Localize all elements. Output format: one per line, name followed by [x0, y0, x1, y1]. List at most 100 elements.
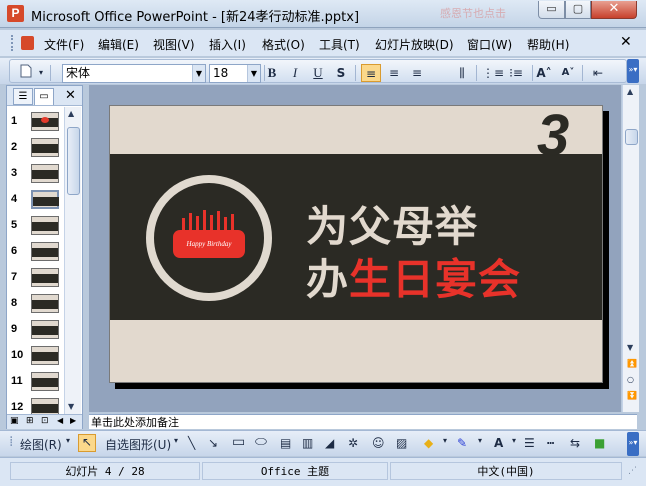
menu-insert[interactable]: 插入(I) — [209, 36, 246, 53]
select-object-icon[interactable]: ○ — [627, 375, 634, 384]
menu-window[interactable]: 窗口(W) — [467, 36, 512, 53]
italic-button[interactable]: I — [285, 64, 305, 82]
select-pointer-icon[interactable]: ↖ — [78, 434, 96, 452]
slide-thumbnail[interactable]: 6 — [7, 239, 65, 265]
fill-color-dropdown-icon[interactable]: ▾ — [443, 436, 447, 445]
menu-edit[interactable]: 编辑(E) — [98, 36, 139, 53]
line-color-icon[interactable]: ✎ — [457, 436, 467, 450]
scroll-down-arrow-icon[interactable]: ▼ — [68, 402, 74, 411]
normal-view-button[interactable]: ▣ — [10, 416, 19, 426]
draw-menu-dropdown-icon[interactable]: ▾ — [66, 436, 70, 445]
slide-vertical-scrollbar[interactable]: ▲ ▼ ⏫ ○ ⏬ — [622, 85, 639, 412]
line-style-icon[interactable]: ☰ — [524, 436, 535, 450]
slide-thumbnail[interactable]: 3 — [7, 161, 65, 187]
menu-slideshow[interactable]: 幻灯片放映(D) — [375, 36, 454, 53]
slide-thumbnail[interactable]: 7 — [7, 265, 65, 291]
menu-help[interactable]: 帮助(H) — [527, 36, 569, 53]
slide-title-line1[interactable]: 为父母举 — [306, 193, 478, 254]
picture-tool-icon[interactable]: ▨ — [396, 436, 407, 450]
drawing-toolbar-overflow-icon[interactable]: »▾ — [627, 432, 639, 456]
autoshapes-dropdown-icon[interactable]: ▾ — [174, 436, 178, 445]
close-panel-button[interactable]: ✕ — [65, 88, 76, 103]
close-window-button[interactable]: ✕ — [591, 1, 637, 19]
underline-button[interactable]: U — [308, 64, 328, 82]
slide-thumbnail[interactable]: 12 — [7, 395, 65, 414]
font-size-dropdown-icon[interactable]: ▼ — [247, 65, 260, 82]
slide-thumbnail[interactable]: 2 — [7, 135, 65, 161]
bullets-button[interactable]: ⁝≡ — [506, 64, 526, 82]
slide-sorter-button[interactable]: ⊞ — [26, 416, 34, 426]
slide-thumbnail[interactable]: 11 — [7, 369, 65, 395]
previous-slide-icon[interactable]: ⏫ — [627, 359, 637, 368]
menu-format[interactable]: 格式(O) — [262, 36, 305, 53]
slide-section-number[interactable]: 3 — [537, 106, 569, 169]
scroll-down-arrow-icon[interactable]: ▼ — [627, 343, 633, 352]
menu-file[interactable]: 文件(F) — [44, 36, 84, 53]
bold-button[interactable]: B — [262, 64, 282, 82]
scrollbar-thumb[interactable] — [625, 129, 638, 145]
close-document-button[interactable]: ✕ — [620, 34, 632, 50]
minimize-button[interactable]: ▭ — [538, 1, 565, 19]
rectangle-tool-icon[interactable]: ▭ — [232, 434, 245, 450]
resize-grip-icon[interactable]: ⋰ — [628, 466, 637, 476]
current-slide[interactable]: 3 Happy Birthday 为父母举 办生日宴会 — [109, 105, 603, 383]
slide-thumbnail[interactable]: 10 — [7, 343, 65, 369]
toolbar-overflow-chevron-icon[interactable]: »▾ — [627, 59, 639, 83]
scroll-up-arrow-icon[interactable]: ▲ — [68, 109, 74, 118]
align-center-button[interactable]: ≡ — [384, 64, 404, 82]
line-color-dropdown-icon[interactable]: ▾ — [478, 436, 482, 445]
powerpoint-app-icon[interactable]: P — [7, 5, 24, 22]
scroll-left-arrow-icon[interactable]: ◀ — [57, 416, 63, 425]
font-size-combo[interactable]: 18 ▼ — [209, 64, 261, 83]
maximize-button[interactable]: ▢ — [565, 1, 591, 19]
next-slide-icon[interactable]: ⏬ — [627, 391, 637, 400]
slide-thumbnail[interactable]: 8 — [7, 291, 65, 317]
notes-pane[interactable]: 单击此处添加备注 — [89, 414, 637, 429]
menubar-grip-icon[interactable] — [11, 35, 14, 51]
slide-thumbnail[interactable]: 5 — [7, 213, 65, 239]
oval-tool-icon[interactable]: ⬭ — [255, 434, 267, 450]
slide-editing-area[interactable]: 3 Happy Birthday 为父母举 办生日宴会 — [89, 85, 621, 412]
text-shadow-button[interactable]: S — [331, 64, 351, 82]
scrollbar-thumb[interactable] — [67, 127, 80, 195]
font-color-icon[interactable]: A — [494, 436, 503, 450]
slides-tab[interactable]: ▭ — [34, 88, 54, 105]
align-left-button[interactable]: ≡ — [361, 64, 381, 82]
scroll-right-arrow-icon[interactable]: ▶ — [70, 416, 76, 425]
menu-view[interactable]: 视图(V) — [153, 36, 195, 53]
numbering-button[interactable]: ⋮≡ — [482, 64, 504, 82]
outline-tab[interactable]: ☰ — [13, 88, 33, 105]
fill-color-icon[interactable]: ◆ — [424, 436, 433, 450]
autoshapes-menu-button[interactable]: 自选图形(U) — [105, 436, 171, 453]
line-tool-icon[interactable]: ╲ — [188, 436, 195, 450]
diagram-tool-icon[interactable]: ✲ — [348, 436, 358, 450]
menu-tools[interactable]: 工具(T) — [319, 36, 360, 53]
slide-thumbnail[interactable]: 9 — [7, 317, 65, 343]
distributed-align-button[interactable]: ⫼ — [452, 64, 472, 82]
arrow-tool-icon[interactable]: ↘ — [208, 436, 218, 450]
font-color-dropdown-icon[interactable]: ▾ — [512, 436, 516, 445]
slide-thumbnail-selected[interactable]: 4 — [7, 187, 65, 213]
wordart-tool-icon[interactable]: ◢ — [325, 436, 334, 450]
slide-title-line2[interactable]: 办生日宴会 — [306, 246, 521, 307]
font-name-combo[interactable]: 宋体 ▼ — [62, 64, 206, 83]
slides-panel-scrollbar[interactable]: ▲ ▼ — [64, 107, 81, 415]
shadow-style-icon[interactable]: ■ — [594, 436, 605, 450]
font-name-dropdown-icon[interactable]: ▼ — [192, 65, 205, 82]
document-icon[interactable] — [21, 36, 34, 50]
new-document-icon[interactable] — [16, 64, 36, 82]
arrow-style-icon[interactable]: ⇆ — [570, 436, 580, 450]
slide-thumbnail[interactable]: 1 — [7, 109, 65, 135]
textbox-tool-icon[interactable]: ▤ — [280, 436, 291, 450]
slideshow-button[interactable]: ⊡ — [41, 416, 49, 426]
toolbar-options-chevron-icon[interactable]: ▾ — [36, 64, 46, 82]
grow-font-button[interactable]: A˄ — [534, 64, 554, 82]
scroll-up-arrow-icon[interactable]: ▲ — [627, 87, 633, 96]
draw-menu-button[interactable]: 绘图(R) — [20, 436, 62, 453]
shrink-font-button[interactable]: A˅ — [558, 64, 578, 82]
dash-style-icon[interactable]: ┅ — [547, 436, 554, 450]
toolbar-grip-icon[interactable]: ⁞ — [9, 434, 13, 450]
clipart-tool-icon[interactable]: ☺ — [372, 436, 385, 450]
decrease-indent-button[interactable]: ⇤ — [588, 64, 608, 82]
align-right-button[interactable]: ≡ — [407, 64, 427, 82]
